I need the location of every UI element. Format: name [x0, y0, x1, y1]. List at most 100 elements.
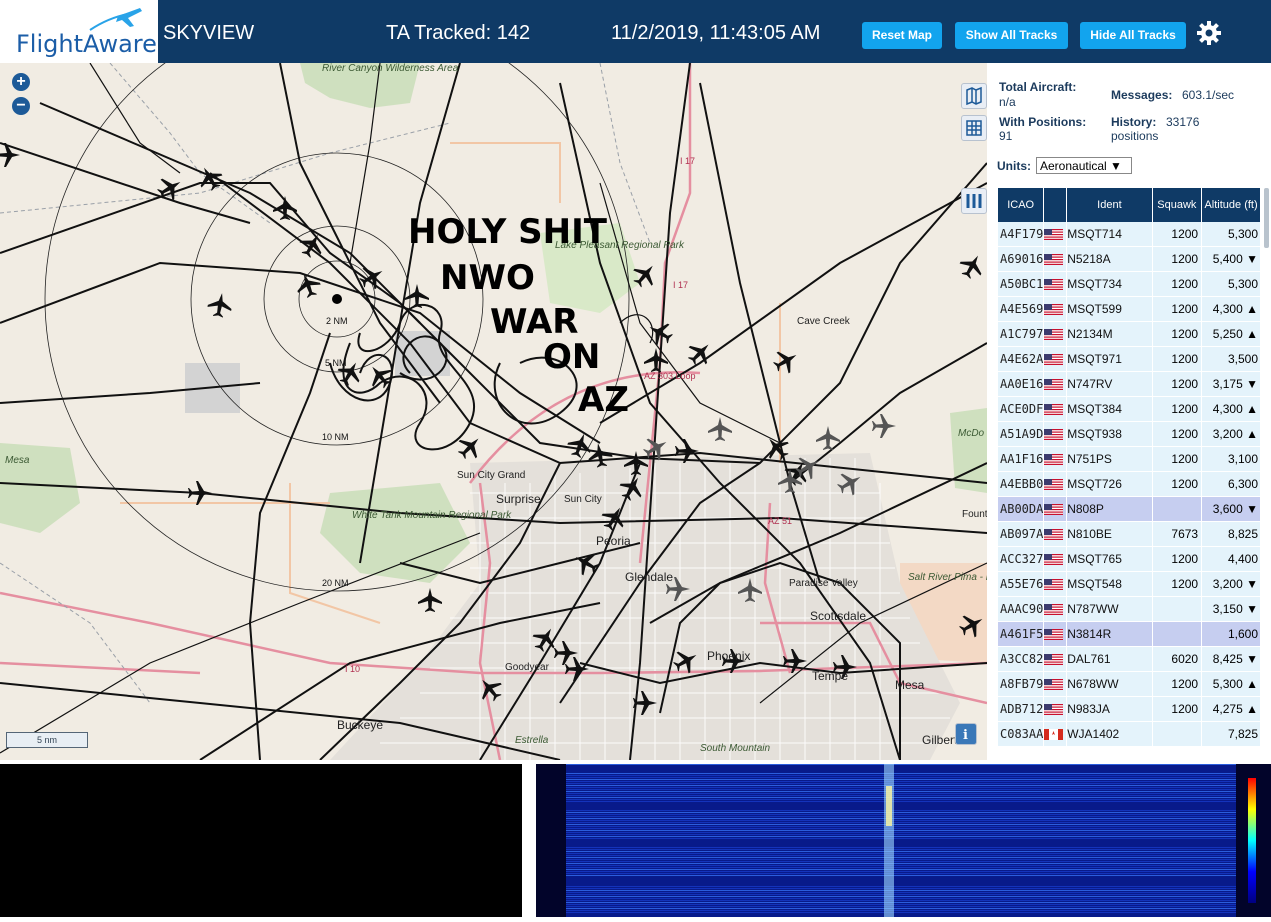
- city-label: Paradise Valley: [789, 578, 858, 589]
- waterfall-line: [566, 857, 1236, 858]
- squawk-cell: [1152, 497, 1202, 522]
- table-scrollbar[interactable]: [1264, 188, 1269, 248]
- column-header-ident[interactable]: Ident: [1067, 188, 1152, 222]
- road-label: AZ 303 Loop: [644, 371, 696, 381]
- waterfall-line: [566, 797, 1236, 798]
- column-header-squawk[interactable]: Squawk: [1152, 188, 1202, 222]
- column-header-icao[interactable]: ICAO: [998, 188, 1044, 222]
- aircraft-icon[interactable]: [956, 250, 987, 283]
- map-view[interactable]: River Canyon Wilderness Area Lake Pleasa…: [0, 63, 987, 760]
- table-row[interactable]: AB097A N810BE 7673 8,825: [998, 522, 1260, 547]
- altitude-cell: 6,300: [1202, 472, 1260, 497]
- aircraft-icon[interactable]: [273, 196, 297, 220]
- map-canvas[interactable]: River Canyon Wilderness Area Lake Pleasa…: [0, 63, 987, 760]
- overlay-line: ON: [543, 337, 600, 377]
- gear-icon[interactable]: [1196, 20, 1222, 46]
- zoom-in-button[interactable]: +: [12, 73, 30, 91]
- hide-all-tracks-button[interactable]: Hide All Tracks: [1080, 22, 1186, 49]
- aircraft-icon[interactable]: [683, 336, 717, 370]
- map-icon[interactable]: [961, 83, 987, 109]
- table-row[interactable]: A3CC82 DAL761 6020 8,425 ▼: [998, 647, 1260, 672]
- units-select[interactable]: Aeronautical ▼: [1036, 157, 1132, 174]
- place-label: Estrella: [515, 735, 549, 746]
- waterfall-line: [566, 871, 1236, 872]
- waterfall-line: [566, 826, 1236, 827]
- canada-flag-icon: [1044, 722, 1067, 747]
- aircraft-icon[interactable]: [644, 348, 668, 372]
- us-flag-icon: [1044, 347, 1067, 372]
- flightaware-logo[interactable]: FlightAware: [0, 0, 158, 63]
- range-label: 5 NM: [325, 358, 347, 368]
- squawk-cell: 1200: [1152, 247, 1202, 272]
- aircraft-icon[interactable]: [356, 261, 389, 294]
- aircraft-icon[interactable]: [770, 345, 803, 378]
- waterfall-line: [566, 886, 1236, 887]
- column-header-altitude[interactable]: Altitude (ft): [1202, 188, 1260, 222]
- table-row[interactable]: A1C797 N2134M 1200 5,250 ▲: [998, 322, 1260, 347]
- table-row[interactable]: AB00DA N808P 3,600 ▼: [998, 497, 1260, 522]
- waterfall-line: [566, 896, 1236, 897]
- us-flag-icon: [1044, 572, 1067, 597]
- table-row[interactable]: A69016 N5218A 1200 5,400 ▼: [998, 247, 1260, 272]
- table-row[interactable]: C083AA WJA1402 7,825: [998, 722, 1260, 747]
- table-row[interactable]: ADB712 N983JA 1200 4,275 ▲: [998, 697, 1260, 722]
- table-row[interactable]: AA0E16 N747RV 1200 3,175 ▼: [998, 372, 1260, 397]
- waterfall-line: [566, 779, 1236, 780]
- waterfall-line: [566, 900, 1236, 901]
- aircraft-icon[interactable]: [418, 588, 442, 612]
- messages-label: Messages:: [1111, 88, 1173, 102]
- table-row[interactable]: A4E569 MSQT599 1200 4,300 ▲: [998, 297, 1260, 322]
- squawk-cell: 6020: [1152, 647, 1202, 672]
- city-label: Sun City Grand: [457, 470, 525, 481]
- waterfall-line: [566, 906, 1236, 907]
- us-flag-icon: [1044, 497, 1067, 522]
- table-row[interactable]: A4F179 MSQT714 1200 5,300: [998, 222, 1260, 247]
- grid-icon[interactable]: [961, 115, 987, 141]
- table-row[interactable]: A4E62A MSQT971 1200 3,500: [998, 347, 1260, 372]
- waterfall-line: [566, 816, 1236, 817]
- zoom-out-button[interactable]: −: [12, 97, 30, 115]
- icao-cell: ACE0DF: [998, 397, 1044, 422]
- icao-cell: A461F5: [998, 622, 1044, 647]
- plane-logo-icon: [89, 8, 142, 31]
- info-icon[interactable]: i: [955, 723, 977, 745]
- aircraft-icon[interactable]: [872, 414, 896, 438]
- waterfall-line: [566, 832, 1236, 833]
- show-all-tracks-button[interactable]: Show All Tracks: [955, 22, 1068, 49]
- columns-icon[interactable]: [961, 188, 987, 214]
- table-row[interactable]: AAAC90 N787WW 3,150 ▼: [998, 597, 1260, 622]
- aircraft-icon[interactable]: [453, 430, 487, 464]
- table-row[interactable]: A50BC1 MSQT734 1200 5,300: [998, 272, 1260, 297]
- icao-cell: AB097A: [998, 522, 1044, 547]
- aircraft-icon[interactable]: [708, 417, 732, 441]
- altitude-cell: 3,150 ▼: [1202, 597, 1260, 622]
- ident-cell: N787WW: [1067, 597, 1152, 622]
- table-row[interactable]: A4EBB0 MSQT726 1200 6,300: [998, 472, 1260, 497]
- table-row[interactable]: AA1F16 N751PS 1200 3,100: [998, 447, 1260, 472]
- ident-cell: MSQT971: [1067, 347, 1152, 372]
- altitude-cell: 1,600: [1202, 622, 1260, 647]
- table-row[interactable]: ACE0DF MSQT384 1200 4,300 ▲: [998, 397, 1260, 422]
- waterfall-line: [566, 898, 1236, 899]
- column-header-flag[interactable]: [1044, 188, 1067, 222]
- table-row[interactable]: A461F5 N3814R 1,600: [998, 622, 1260, 647]
- icao-cell: ADB712: [998, 697, 1044, 722]
- icao-cell: A3CC82: [998, 647, 1044, 672]
- squawk-cell: 7673: [1152, 522, 1202, 547]
- table-row[interactable]: ACC327 MSQT765 1200 4,400: [998, 547, 1260, 572]
- table-row[interactable]: A8FB79 N678WW 1200 5,300 ▲: [998, 672, 1260, 697]
- waterfall-line: [566, 904, 1236, 905]
- table-row[interactable]: A55E76 MSQT548 1200 3,200 ▼: [998, 572, 1260, 597]
- waterfall-line: [566, 892, 1236, 893]
- reset-map-button[interactable]: Reset Map: [862, 22, 942, 49]
- aircraft-icon[interactable]: [565, 430, 596, 461]
- squawk-cell: 1200: [1152, 372, 1202, 397]
- aircraft-icon[interactable]: [206, 291, 234, 319]
- table-row[interactable]: A51A9D MSQT938 1200 3,200 ▲: [998, 422, 1260, 447]
- place-label: South Mountain: [700, 743, 770, 754]
- icao-cell: AA1F16: [998, 447, 1044, 472]
- ident-cell: MSQT599: [1067, 297, 1152, 322]
- aircraft-icon[interactable]: [188, 481, 212, 505]
- ident-cell: N983JA: [1067, 697, 1152, 722]
- total-aircraft-value: n/a: [999, 95, 1016, 109]
